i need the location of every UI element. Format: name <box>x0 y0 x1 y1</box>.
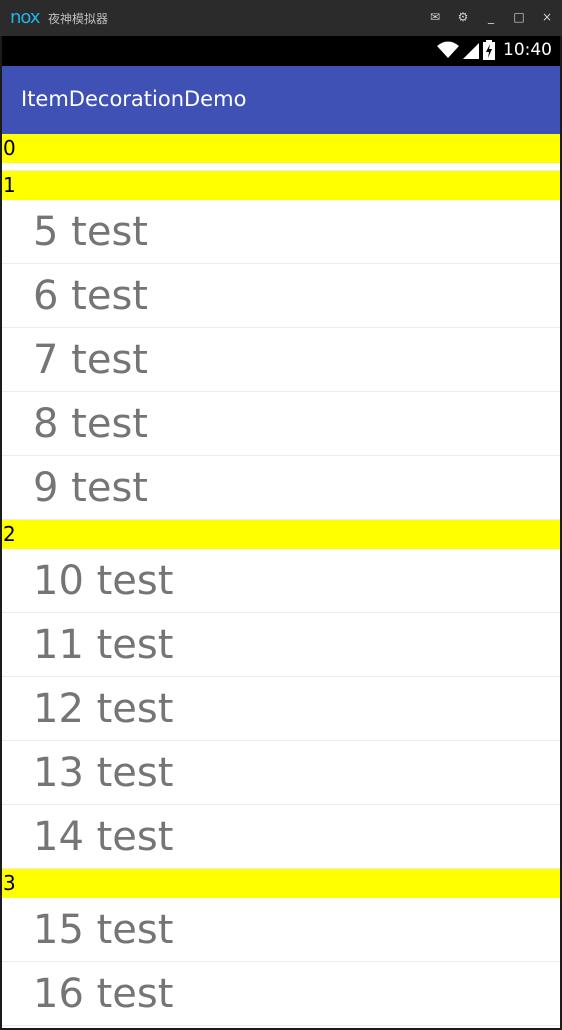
maximize-button[interactable]: □ <box>510 8 528 26</box>
status-time: 10:40 <box>503 40 552 60</box>
app-toolbar: ItemDecorationDemo <box>2 66 560 134</box>
list-item[interactable]: 8 test <box>2 392 560 456</box>
group-header: 3 <box>2 869 560 898</box>
window-controls: ✉ ⚙ _ □ × <box>426 8 556 26</box>
list-item[interactable]: 9 test <box>2 456 560 520</box>
list-item[interactable]: 14 test <box>2 805 560 869</box>
list-content: 4 test 1 5 test 6 test 7 test 8 test 9 t… <box>2 134 560 1026</box>
list-item[interactable]: 15 test <box>2 898 560 962</box>
signal-icon <box>463 43 479 59</box>
emulator-title: 夜神模拟器 <box>48 12 109 26</box>
emulator-title-bar: nox 夜神模拟器 ✉ ⚙ _ □ × <box>0 0 562 36</box>
minimize-button[interactable]: _ <box>482 8 500 26</box>
list-item[interactable]: 11 test <box>2 613 560 677</box>
settings-icon[interactable]: ⚙ <box>454 8 472 26</box>
app-title: ItemDecorationDemo <box>21 87 247 111</box>
recycler-list[interactable]: 0 4 test 1 5 test 6 test 7 test 8 test 9… <box>2 134 560 1028</box>
list-item[interactable]: 13 test <box>2 741 560 805</box>
nox-logo: nox <box>10 7 41 28</box>
group-header: 1 <box>2 171 560 200</box>
list-item[interactable]: 6 test <box>2 264 560 328</box>
list-item[interactable]: 7 test <box>2 328 560 392</box>
close-button[interactable]: × <box>538 8 556 26</box>
list-item[interactable]: 12 test <box>2 677 560 741</box>
group-header: 2 <box>2 520 560 549</box>
status-icons: 10:40 <box>437 40 552 60</box>
sticky-group-header: 0 <box>2 134 560 163</box>
list-item[interactable]: 5 test <box>2 200 560 264</box>
list-item[interactable]: 10 test <box>2 549 560 613</box>
android-screen: 10:40 ItemDecorationDemo 0 4 test 1 5 te… <box>2 36 560 1028</box>
status-bar: 10:40 <box>2 36 560 66</box>
wifi-icon <box>437 41 459 58</box>
mail-icon[interactable]: ✉ <box>426 8 444 26</box>
list-item[interactable]: 16 test <box>2 962 560 1026</box>
battery-charging-icon <box>483 40 495 60</box>
